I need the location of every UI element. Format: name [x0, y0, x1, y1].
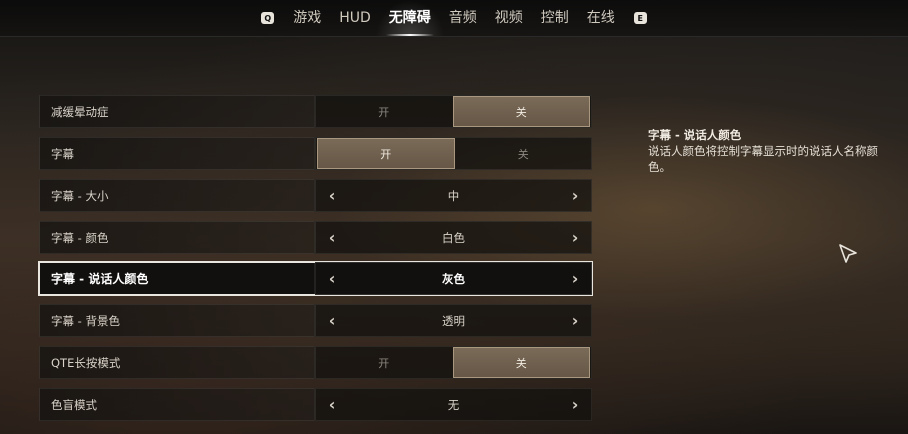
selector-control: ‹ 中 › — [315, 179, 592, 212]
chevron-right-icon[interactable]: › — [563, 305, 587, 336]
setting-label: 字幕 - 背景色 — [39, 304, 315, 337]
tab-audio[interactable]: 音频 — [440, 0, 486, 36]
chevron-right-icon[interactable]: › — [563, 389, 587, 420]
toggle-on-option[interactable]: 开 — [316, 347, 452, 378]
tab-accessibility[interactable]: 无障碍 — [375, 0, 444, 36]
tab-controls[interactable]: 控制 — [532, 0, 578, 36]
setting-label: 色盲模式 — [39, 388, 315, 421]
chevron-left-icon[interactable]: ‹ — [320, 263, 344, 294]
toggle-control: 开 关 — [315, 346, 592, 379]
setting-row-qte-hold-mode[interactable]: QTE长按模式 开 关 — [39, 346, 592, 379]
setting-row-subtitles[interactable]: 字幕 开 关 — [39, 137, 592, 170]
tab-video[interactable]: 视频 — [486, 0, 532, 36]
tab-game[interactable]: 游戏 — [284, 0, 330, 36]
tab-online[interactable]: 在线 — [578, 0, 624, 36]
toggle-control: 开 关 — [315, 95, 592, 128]
toggle-on-option[interactable]: 开 — [317, 138, 455, 169]
tab-hud[interactable]: HUD — [330, 0, 380, 36]
selector-control: ‹ 无 › — [315, 388, 592, 421]
selector-control: ‹ 灰色 › — [315, 262, 592, 295]
setting-row-subtitle-size[interactable]: 字幕 - 大小 ‹ 中 › — [39, 179, 592, 212]
selector-control: ‹ 白色 › — [315, 221, 592, 254]
prev-tab-key-q[interactable]: Q — [261, 12, 275, 24]
setting-row-motion-sickness[interactable]: 减缓晕动症 开 关 — [39, 95, 592, 128]
tab-list: Q 游戏 HUD 无障碍 音频 视频 控制 在线 E — [251, 0, 657, 36]
setting-row-colorblind-mode[interactable]: 色盲模式 ‹ 无 › — [39, 388, 592, 421]
toggle-off-option[interactable]: 关 — [452, 96, 590, 127]
selector-value: 白色 — [442, 230, 465, 245]
selector-value: 无 — [447, 397, 460, 412]
setting-label: 字幕 - 大小 — [39, 179, 315, 212]
setting-description-panel: 字幕 - 说话人颜色 说话人颜色将控制字幕显示时的说话人名称颜色。 — [648, 128, 892, 175]
chevron-left-icon[interactable]: ‹ — [320, 222, 344, 253]
setting-row-subtitle-background[interactable]: 字幕 - 背景色 ‹ 透明 › — [39, 304, 592, 337]
top-navigation-bar: Q 游戏 HUD 无障碍 音频 视频 控制 在线 E — [0, 0, 908, 37]
chevron-left-icon[interactable]: ‹ — [320, 389, 344, 420]
setting-label: QTE长按模式 — [39, 346, 315, 379]
toggle-on-option[interactable]: 开 — [316, 96, 452, 127]
chevron-right-icon[interactable]: › — [563, 180, 587, 211]
description-title: 字幕 - 说话人颜色 — [648, 128, 742, 142]
chevron-right-icon[interactable]: › — [563, 222, 587, 253]
toggle-off-option[interactable]: 关 — [456, 138, 592, 169]
selector-value: 中 — [447, 188, 460, 203]
setting-label: 字幕 — [39, 137, 315, 170]
toggle-control: 开 关 — [315, 137, 592, 170]
chevron-left-icon[interactable]: ‹ — [320, 180, 344, 211]
description-text: 说话人颜色将控制字幕显示时的说话人名称颜色。 — [648, 144, 878, 174]
selector-control: ‹ 透明 › — [315, 304, 592, 337]
mouse-cursor-icon — [839, 244, 857, 263]
setting-label: 字幕 - 说话人颜色 — [39, 262, 315, 295]
toggle-off-option[interactable]: 关 — [452, 347, 590, 378]
setting-row-speaker-color[interactable]: 字幕 - 说话人颜色 ‹ 灰色 › — [38, 261, 593, 296]
selector-value: 透明 — [442, 313, 465, 328]
setting-label: 减缓晕动症 — [39, 95, 315, 128]
setting-row-subtitle-color[interactable]: 字幕 - 颜色 ‹ 白色 › — [39, 221, 592, 254]
selector-value: 灰色 — [442, 271, 465, 286]
chevron-left-icon[interactable]: ‹ — [320, 305, 344, 336]
setting-label: 字幕 - 颜色 — [39, 221, 315, 254]
chevron-right-icon[interactable]: › — [563, 263, 587, 294]
next-tab-key-e[interactable]: E — [633, 12, 647, 24]
